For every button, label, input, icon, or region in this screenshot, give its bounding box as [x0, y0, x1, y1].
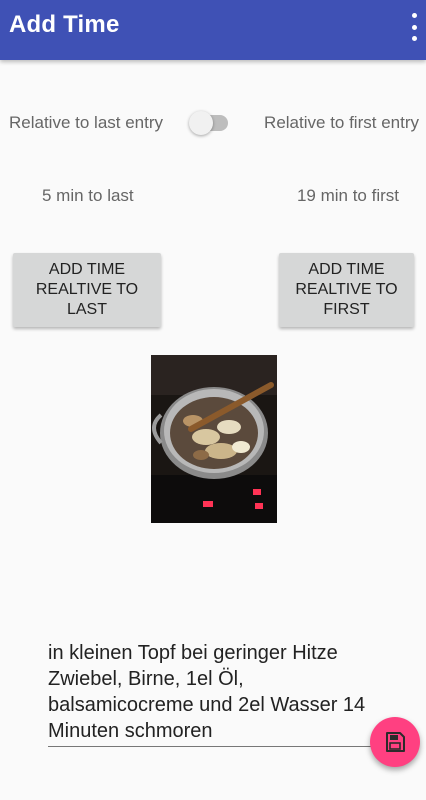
save-icon [386, 732, 405, 752]
switch-thumb [189, 111, 213, 135]
add-time-relative-to-last-button[interactable]: ADD TIME REALTIVE TO LAST [13, 253, 161, 327]
page-title: Add Time [9, 11, 120, 38]
app-bar: Add Time [0, 0, 426, 60]
note-underline [48, 746, 380, 747]
relative-mode-switch[interactable] [189, 110, 231, 136]
more-vert-icon[interactable] [408, 12, 420, 42]
step-note-text[interactable]: in kleinen Topf bei geringer Hitze Zwieb… [48, 640, 388, 744]
minutes-to-last-text: 5 min to last [42, 186, 134, 205]
save-button[interactable] [370, 717, 420, 767]
relative-to-last-label: Relative to last entry [9, 113, 164, 132]
add-time-relative-to-first-button[interactable]: ADD TIME REALTIVE TO FIRST [279, 253, 414, 327]
relative-to-first-label: Relative to first entry [264, 113, 419, 132]
cooking-pot-photo[interactable] [151, 355, 277, 523]
minutes-to-first-text: 19 min to first [296, 186, 399, 205]
